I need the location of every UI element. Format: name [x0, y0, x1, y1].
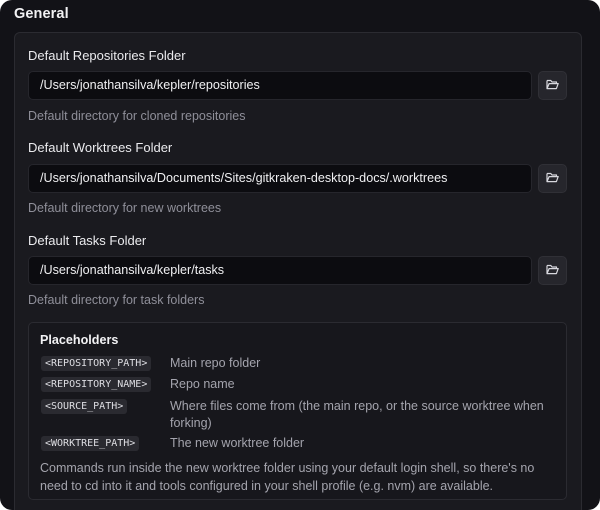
tasks-folder-help: Default directory for task folders — [28, 293, 205, 307]
placeholder-code: <REPOSITORY_NAME> — [41, 377, 152, 392]
repositories-folder-help: Default directory for cloned repositorie… — [28, 109, 246, 123]
placeholder-code: <SOURCE_PATH> — [41, 399, 128, 414]
section-title: General — [14, 6, 69, 22]
placeholders-title: Placeholders — [40, 333, 119, 347]
placeholder-desc: Where files come from (the main repo, or… — [170, 399, 544, 430]
placeholder-desc: The new worktree folder — [170, 436, 305, 450]
repositories-folder-label: Default Repositories Folder — [28, 48, 186, 63]
browse-tasks-button[interactable] — [538, 256, 567, 285]
settings-window: General Default Repositories Folder /Use… — [0, 0, 600, 510]
folder-open-icon — [546, 170, 559, 188]
placeholder-code: <REPOSITORY_PATH> — [41, 356, 152, 371]
folder-open-icon — [546, 262, 559, 280]
placeholder-code: <WORKTREE_PATH> — [41, 436, 140, 451]
worktrees-folder-label: Default Worktrees Folder — [28, 140, 173, 155]
worktrees-folder-input[interactable]: /Users/jonathansilva/Documents/Sites/git… — [28, 164, 532, 193]
placeholders-panel: Placeholders <REPOSITORY_PATH> Main repo… — [28, 322, 567, 500]
placeholder-desc: Repo name — [170, 377, 235, 391]
repositories-folder-input[interactable]: /Users/jonathansilva/kepler/repositories — [28, 71, 532, 100]
worktrees-folder-help: Default directory for new worktrees — [28, 201, 222, 215]
placeholder-desc: Main repo folder — [170, 356, 261, 370]
tasks-folder-label: Default Tasks Folder — [28, 233, 147, 248]
browse-repositories-button[interactable] — [538, 71, 567, 100]
folder-open-icon — [546, 77, 559, 95]
browse-worktrees-button[interactable] — [538, 164, 567, 193]
placeholders-footer-note: Commands run inside the new worktree fol… — [40, 461, 535, 493]
tasks-folder-input[interactable]: /Users/jonathansilva/kepler/tasks — [28, 256, 532, 285]
